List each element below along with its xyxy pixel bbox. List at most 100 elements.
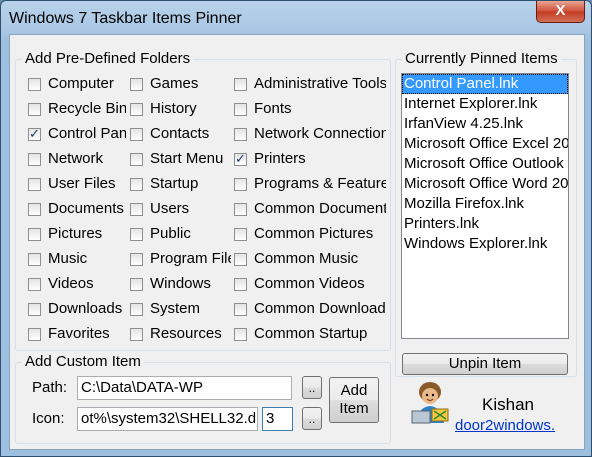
checkbox-unchecked-icon[interactable] xyxy=(234,103,247,116)
checkbox-unchecked-icon[interactable] xyxy=(234,303,247,316)
pinned-list-item[interactable]: Windows Explorer.lnk xyxy=(402,234,568,254)
checkbox-unchecked-icon[interactable] xyxy=(28,178,41,191)
add-item-label-line2: Item xyxy=(339,400,369,417)
browse-icon-button[interactable]: .. xyxy=(302,407,322,430)
checkbox-unchecked-icon[interactable] xyxy=(130,78,143,91)
author-website-link[interactable]: door2windows. xyxy=(455,417,555,434)
folder-checkbox-label: Public xyxy=(150,225,191,242)
folder-checkbox[interactable]: Common Videos xyxy=(234,274,386,294)
folder-checkbox[interactable]: Network Connections xyxy=(234,124,386,144)
checkbox-unchecked-icon[interactable] xyxy=(130,253,143,266)
folder-checkbox[interactable]: Windows xyxy=(130,274,231,294)
folder-checkbox-label: Common Downloads xyxy=(254,300,386,317)
checkbox-unchecked-icon[interactable] xyxy=(28,228,41,241)
pinned-list-item[interactable]: Microsoft Office Excel 2007.lnk xyxy=(402,134,568,154)
pinned-list-item[interactable]: IrfanView 4.25.lnk xyxy=(402,114,568,134)
browse-path-button[interactable]: .. xyxy=(302,376,322,399)
checkbox-checked-icon[interactable] xyxy=(234,150,247,169)
predefined-folders-label: Add Pre-Defined Folders xyxy=(22,50,194,67)
checkbox-checked-icon[interactable] xyxy=(28,125,41,144)
checkbox-unchecked-icon[interactable] xyxy=(28,253,41,266)
folder-checkbox[interactable]: Favorites xyxy=(28,324,126,344)
checkbox-unchecked-icon[interactable] xyxy=(234,228,247,241)
folder-checkbox[interactable]: Common Music xyxy=(234,249,386,269)
checkbox-unchecked-icon[interactable] xyxy=(130,178,143,191)
folder-checkbox-label: Program Files xyxy=(150,250,231,267)
folder-checkbox[interactable]: Games xyxy=(130,74,231,94)
checkbox-unchecked-icon[interactable] xyxy=(234,278,247,291)
icon-index-input[interactable]: 3 xyxy=(262,407,293,431)
folder-checkbox-label: Control Panel xyxy=(48,125,126,142)
pinned-list-item[interactable]: Microsoft Office Outlook 2007.lnk xyxy=(402,154,568,174)
folder-checkbox[interactable]: Documents xyxy=(28,199,126,219)
custom-item-group: Add Custom Item Path: C:\Data\DATA-WP ..… xyxy=(15,353,391,444)
checkbox-unchecked-icon[interactable] xyxy=(130,328,143,341)
unpin-item-button[interactable]: Unpin Item xyxy=(402,353,568,375)
checkbox-unchecked-icon[interactable] xyxy=(130,103,143,116)
window-title: Windows 7 Taskbar Items Pinner xyxy=(9,10,242,27)
checkbox-unchecked-icon[interactable] xyxy=(130,128,143,141)
checkbox-unchecked-icon[interactable] xyxy=(234,253,247,266)
checkbox-unchecked-icon[interactable] xyxy=(28,153,41,166)
pinned-list-item[interactable]: Internet Explorer.lnk xyxy=(402,94,568,114)
folder-checkbox[interactable]: Program Files xyxy=(130,249,231,269)
close-button[interactable]: X xyxy=(536,1,585,23)
folder-checkbox[interactable]: Administrative Tools xyxy=(234,74,386,94)
folder-checkbox[interactable]: Users xyxy=(130,199,231,219)
checkbox-unchecked-icon[interactable] xyxy=(28,328,41,341)
checkbox-unchecked-icon[interactable] xyxy=(130,153,143,166)
icon-path-input[interactable]: ot%\system32\SHELL32.dll xyxy=(77,407,258,431)
checkbox-unchecked-icon[interactable] xyxy=(130,303,143,316)
folder-checkbox[interactable]: Common Downloads xyxy=(234,299,386,319)
folder-checkbox[interactable]: Downloads xyxy=(28,299,126,319)
pinned-list-item[interactable]: Mozilla Firefox.lnk xyxy=(402,194,568,214)
folder-checkbox[interactable]: Common Pictures xyxy=(234,224,386,244)
folder-checkbox[interactable]: Recycle Bin xyxy=(28,99,126,119)
add-item-label-line1: Add xyxy=(340,382,368,399)
app-window: Windows 7 Taskbar Items Pinner X Add Pre… xyxy=(0,0,592,457)
checkbox-unchecked-icon[interactable] xyxy=(234,78,247,91)
add-item-button[interactable]: Add Item xyxy=(329,377,379,423)
checkbox-unchecked-icon[interactable] xyxy=(28,78,41,91)
checkbox-unchecked-icon[interactable] xyxy=(28,103,41,116)
folder-checkbox[interactable]: Public xyxy=(130,224,231,244)
folder-checkbox-label: Network Connections xyxy=(254,125,386,142)
checkbox-unchecked-icon[interactable] xyxy=(28,278,41,291)
folder-checkbox[interactable]: Startup xyxy=(130,174,231,194)
folder-checkbox[interactable]: Contacts xyxy=(130,124,231,144)
checkbox-unchecked-icon[interactable] xyxy=(28,303,41,316)
folder-checkbox-label: Favorites xyxy=(48,325,110,342)
checkbox-unchecked-icon[interactable] xyxy=(234,128,247,141)
folder-checkbox[interactable]: Pictures xyxy=(28,224,126,244)
checkbox-unchecked-icon[interactable] xyxy=(234,203,247,216)
author-name: Kishan xyxy=(482,395,534,414)
checkbox-unchecked-icon[interactable] xyxy=(28,203,41,216)
pinned-list-item[interactable]: Microsoft Office Word 2007.lnk xyxy=(402,174,568,194)
folder-checkbox-label: Resources xyxy=(150,325,222,342)
folder-checkbox[interactable]: System xyxy=(130,299,231,319)
checkbox-unchecked-icon[interactable] xyxy=(130,228,143,241)
folder-checkbox[interactable]: Resources xyxy=(130,324,231,344)
checkbox-unchecked-icon[interactable] xyxy=(234,328,247,341)
folder-checkbox[interactable]: Music xyxy=(28,249,126,269)
folder-checkbox[interactable]: Printers xyxy=(234,149,386,169)
folder-checkbox[interactable]: Programs & Features xyxy=(234,174,386,194)
pinned-items-list[interactable]: Control Panel.lnk Internet Explorer.lnk Ir… xyxy=(401,73,569,339)
folder-checkbox[interactable]: Videos xyxy=(28,274,126,294)
folder-checkbox[interactable]: Control Panel xyxy=(28,124,126,144)
pinned-list-item[interactable]: Control Panel.lnk xyxy=(402,74,568,94)
path-input[interactable]: C:\Data\DATA-WP xyxy=(77,376,292,400)
folder-checkbox[interactable]: Network xyxy=(28,149,126,169)
folder-checkbox[interactable]: User Files xyxy=(28,174,126,194)
folder-checkbox[interactable]: Fonts xyxy=(234,99,386,119)
folder-checkbox[interactable]: Common Documents xyxy=(234,199,386,219)
folder-checkbox[interactable]: Computer xyxy=(28,74,126,94)
checkbox-unchecked-icon[interactable] xyxy=(130,203,143,216)
folder-checkbox[interactable]: History xyxy=(130,99,231,119)
folder-checkbox[interactable]: Start Menu xyxy=(130,149,231,169)
pinned-list-item[interactable]: Printers.lnk xyxy=(402,214,568,234)
folder-checkbox[interactable]: Common Startup xyxy=(234,324,386,344)
folder-checkbox-label: Common Startup xyxy=(254,325,368,342)
checkbox-unchecked-icon[interactable] xyxy=(130,278,143,291)
checkbox-unchecked-icon[interactable] xyxy=(234,178,247,191)
